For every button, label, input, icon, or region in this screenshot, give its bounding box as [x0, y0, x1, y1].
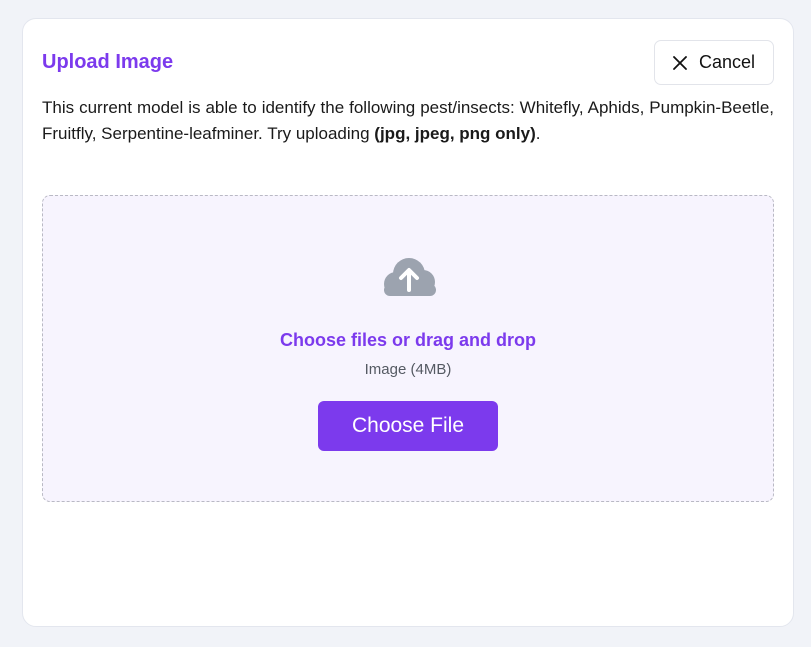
upload-modal: Upload Image Cancel This current model i…: [22, 18, 794, 627]
close-icon: [673, 55, 687, 70]
cloud-upload-icon: [384, 258, 436, 296]
choose-file-button[interactable]: Choose File: [318, 401, 498, 451]
file-size-hint: Image (4MB): [364, 361, 452, 378]
cancel-button[interactable]: Cancel: [654, 40, 774, 85]
modal-title: Upload Image: [42, 51, 174, 73]
description-end: .: [535, 124, 541, 143]
dropzone-prompt[interactable]: Choose files or drag and drop: [43, 330, 773, 351]
model-description: This current model is able to identify t…: [42, 95, 774, 147]
supported-formats: (jpg, jpeg, png only): [374, 124, 536, 143]
cancel-label: Cancel: [698, 52, 756, 72]
file-dropzone[interactable]: Choose files or drag and drop Image (4MB…: [42, 195, 774, 502]
